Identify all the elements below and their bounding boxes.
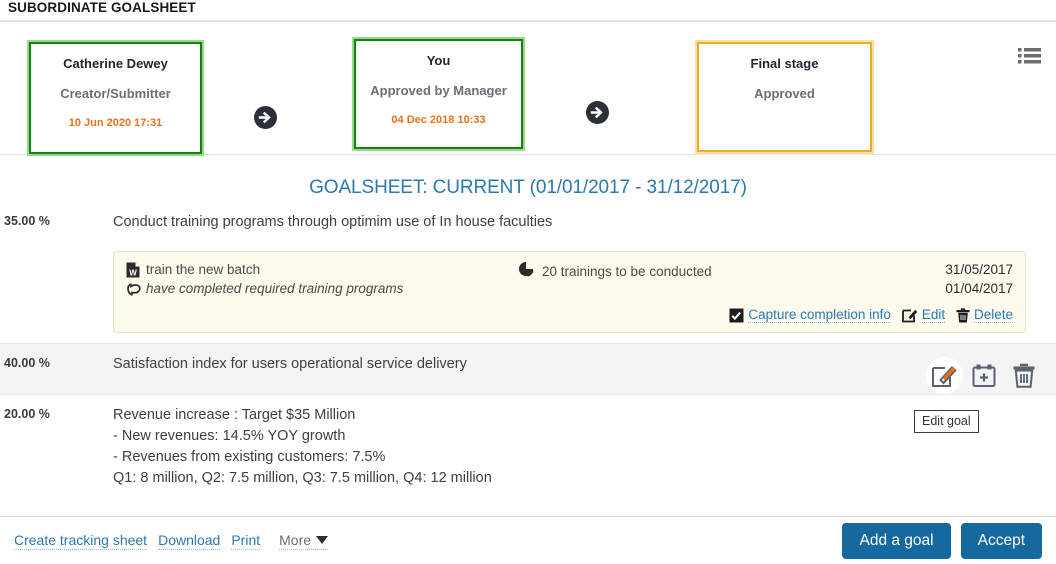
edit-kpi-label: Edit [922,307,945,323]
stage-date: 10 Jun 2020 17:31 [31,116,200,130]
download-link[interactable]: Download [158,532,220,550]
capture-completion-info-label: Capture completion info [748,307,891,323]
kpi-end-date: 31/05/2017 [917,260,1013,279]
stage-date: 04 Dec 2018 10:33 [356,113,521,127]
edit-kpi-link[interactable]: Edit [902,307,945,323]
more-label: More [279,532,311,549]
delete-kpi-label: Delete [974,307,1013,323]
workflow-stage-2[interactable]: You Approved by Manager 04 Dec 2018 10:3… [354,39,523,149]
arrow-circle-right-icon [585,100,610,125]
workflow-stage-1[interactable]: Catherine Dewey Creator/Submitter 10 Jun… [29,42,202,154]
goalsheet-title: GOALSHEET: CURRENT (01/01/2017 - 31/12/2… [0,155,1056,202]
kpi-name-line: W train the new batch [126,260,518,279]
kpi-description-line: have completed required training program… [126,279,518,298]
more-dropdown[interactable]: More [279,532,328,550]
page-header: SUBORDINATE GOALSHEET [0,0,1056,22]
footer-bar: Create tracking sheet Download Print Mor… [0,516,1056,564]
kpi-actions: Capture completion info Edit [126,307,1013,326]
stage-name: You [356,53,521,69]
pointing-hand-icon [126,281,146,296]
delete-kpi-link[interactable]: Delete [956,307,1013,323]
goal-weight: 20.00 % [0,395,113,499]
goal-body: Satisfaction index for users operational… [113,344,1056,394]
goal-weight: 40.00 % [0,344,113,394]
print-link[interactable]: Print [231,532,260,550]
stage-name: Catherine Dewey [31,56,200,72]
workflow-stage-3[interactable]: Final stage Approved [697,42,872,152]
capture-completion-info-link[interactable]: Capture completion info [729,307,891,323]
pie-chart-icon [518,261,542,281]
delete-goal-button[interactable] [1004,358,1044,394]
list-icon[interactable] [1018,46,1042,66]
goal-description: Revenue increase : Target $35 Million - … [113,405,1042,489]
page-title: SUBORDINATE GOALSHEET [8,0,196,16]
chevron-down-icon [316,536,328,544]
stage-name: Final stage [699,56,870,72]
footer-buttons: Add a goal Accept [842,523,1042,559]
kpi-name: train the new batch [146,260,260,279]
kpi-card: W train the new batch have completed req… [113,251,1026,333]
stage-role: Approved by Manager [356,83,521,99]
goal-description: Conduct training programs through optimi… [113,212,1042,233]
trash-icon [956,308,970,323]
workflow-stages: Catherine Dewey Creator/Submitter 10 Jun… [0,22,1056,155]
kpi-description: have completed required training program… [146,279,403,298]
goal-description: Satisfaction index for users operational… [113,354,1042,375]
arrow-circle-right-icon [253,105,278,130]
goal-weight: 35.00 % [0,202,113,343]
goal-body: Conduct training programs through optimi… [113,202,1056,343]
edit-goal-tooltip: Edit goal [914,410,979,433]
kpi-start-date: 01/04/2017 [917,279,1013,298]
checkbox-checked-icon [729,308,744,323]
svg-text:W: W [129,268,137,277]
goal-row-actions [924,358,1044,394]
edit-goal-button[interactable] [924,358,964,394]
pencil-square-icon [902,308,918,323]
stage-role: Approved [699,86,870,102]
footer-links: Create tracking sheet Download Print Mor… [14,532,842,550]
kpi-measure: 20 trainings to be conducted [542,264,712,279]
create-tracking-sheet-link[interactable]: Create tracking sheet [14,532,147,550]
add-kpi-button[interactable] [964,358,1004,394]
accept-button[interactable]: Accept [961,523,1042,559]
add-a-goal-button[interactable]: Add a goal [842,523,950,559]
stage-role: Creator/Submitter [31,86,200,102]
kpi-measure-line: 20 trainings to be conducted [518,261,917,281]
goal-row: 35.00 % Conduct training programs throug… [0,202,1056,343]
goal-row: 20.00 % Revenue increase : Target $35 Mi… [0,395,1056,499]
goal-row[interactable]: 40.00 % Satisfaction index for users ope… [0,343,1056,395]
word-document-icon: W [126,262,146,278]
